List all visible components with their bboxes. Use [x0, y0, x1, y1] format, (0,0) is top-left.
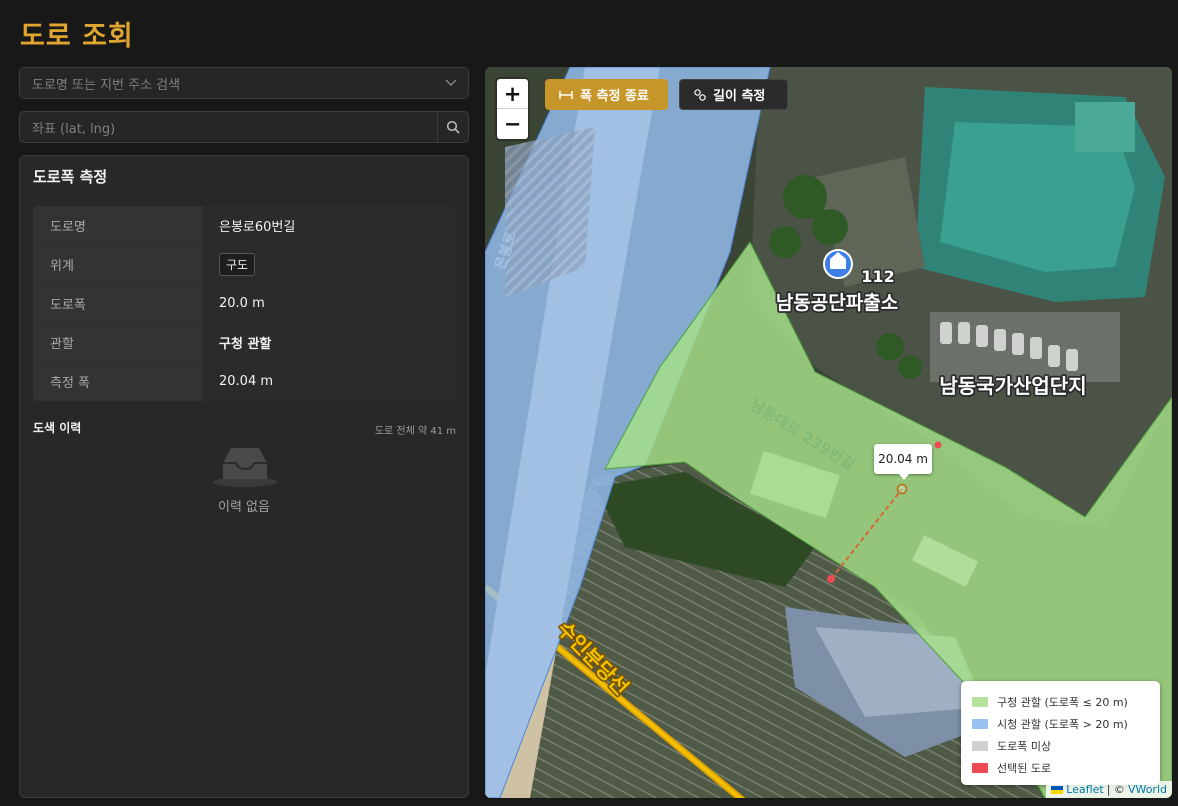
legend-item: 시청 관할 (도로폭 > 20 m): [972, 713, 1149, 735]
zoom-out-button[interactable]: −: [497, 109, 528, 139]
page-title: 도로 조회: [20, 21, 134, 52]
map-view[interactable]: 112 남동공단파출소 남동국가산업단지 남동대로 239번길 은봉로 수인분당…: [485, 67, 1172, 798]
table-row: 관할 구청 관할: [33, 323, 456, 363]
coordinate-search-button[interactable]: [437, 112, 468, 142]
chevron-down-icon[interactable]: [434, 68, 468, 98]
legend-swatch-district: [972, 697, 988, 707]
panel-title: 도로폭 측정: [33, 168, 108, 186]
legend-label: 시청 관할 (도로폭 > 20 m): [997, 718, 1128, 731]
hierarchy-badge: 구도: [219, 253, 256, 276]
attribution-separator: | ©: [1106, 783, 1125, 796]
coordinate-input[interactable]: 좌표 (lat, lng): [19, 111, 469, 143]
search-placeholder: 도로명 또는 지번 주소 검색: [32, 77, 181, 93]
legend-swatch-selected: [972, 763, 988, 773]
police-station-label: 남동공단파출소: [776, 292, 898, 314]
map-attribution: Leaflet | © VWorld: [1046, 781, 1172, 798]
search-icon: [446, 120, 460, 134]
legend-item: 도로폭 미상: [972, 735, 1149, 757]
legend-label: 도로폭 미상: [997, 740, 1052, 753]
road-width-value: 20.0 m: [203, 284, 456, 324]
table-row: 도로명 은봉로60번길: [33, 206, 456, 246]
legend-swatch-city: [972, 719, 988, 729]
measured-width-label: 측정 폭: [33, 362, 203, 401]
legend-swatch-unknown: [972, 741, 988, 751]
ukraine-flag-icon: [1051, 785, 1064, 794]
jurisdiction-value: 구청 관할: [203, 323, 456, 363]
length-measure-button[interactable]: 길이 측정: [679, 79, 788, 110]
end-width-measure-label: 폭 측정 종료: [580, 89, 649, 104]
zoom-in-button[interactable]: +: [497, 79, 528, 109]
zoom-control: + −: [497, 79, 528, 139]
vworld-link[interactable]: VWorld: [1128, 783, 1167, 796]
legend-item: 구청 관할 (도로폭 ≤ 20 m): [972, 691, 1149, 713]
table-row: 도로폭 20.0 m: [33, 284, 456, 324]
leaflet-link[interactable]: Leaflet: [1066, 783, 1103, 796]
industrial-complex-label: 남동국가산업단지: [939, 374, 1086, 398]
table-row: 측정 폭 20.04 m: [33, 362, 456, 401]
jurisdiction-label: 관할: [33, 323, 203, 363]
road-total-length: 도로 전체 약 41 m: [374, 426, 456, 437]
end-width-measure-button[interactable]: 폭 측정 종료: [545, 79, 668, 110]
legend-label: 구청 관할 (도로폭 ≤ 20 m): [997, 696, 1128, 709]
link-icon: [694, 88, 706, 101]
map-legend: 구청 관할 (도로폭 ≤ 20 m) 시청 관할 (도로폭 > 20 m) 도로…: [961, 681, 1160, 785]
road-info-table: 도로명 은봉로60번길 위계 구도 도로폭 20.0 m 관할 구청 관할 측정…: [33, 206, 456, 401]
road-width-panel: 도로폭 측정 도로명 은봉로60번길 위계 구도 도로폭 20.0 m 관할 구…: [19, 155, 469, 798]
road-name-label: 도로명: [33, 206, 203, 246]
table-row: 위계 구도: [33, 245, 456, 285]
empty-history-text: 이력 없음: [218, 500, 270, 515]
measured-width-value: 20.04 m: [203, 362, 456, 401]
address-search-select[interactable]: 도로명 또는 지번 주소 검색: [19, 67, 469, 99]
paint-history-title: 도색 이력: [33, 421, 82, 435]
length-measure-label: 길이 측정: [713, 89, 766, 104]
legend-label: 선택된 도로: [997, 762, 1052, 775]
coordinate-placeholder: 좌표 (lat, lng): [32, 121, 116, 137]
measurement-tooltip: 20.04 m: [874, 444, 932, 480]
hierarchy-label: 위계: [33, 245, 203, 285]
road-name-value: 은봉로60번길: [203, 206, 456, 246]
road-width-label: 도로폭: [33, 284, 203, 324]
width-measure-icon: [559, 90, 573, 99]
police-number-label: 112: [861, 267, 894, 286]
empty-inbox-icon: [213, 448, 277, 487]
legend-item: 선택된 도로: [972, 757, 1149, 779]
